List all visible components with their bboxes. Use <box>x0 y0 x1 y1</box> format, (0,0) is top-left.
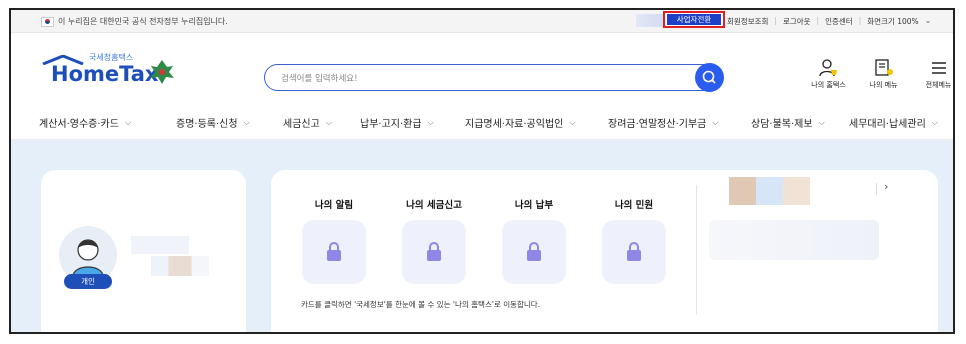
business-switch-button[interactable]: 사업자전환 <box>663 11 725 28</box>
nav-item-tax-agent[interactable]: 세무대리·납세관리 ⌵ <box>849 115 938 131</box>
all-menu-button[interactable]: 전체메뉴 <box>916 58 953 90</box>
hamburger-icon <box>931 62 946 74</box>
chevron-down-icon: ⌵ <box>427 117 434 127</box>
my-tiles: 나의 알림 나의 세금신고 나의 납부 나의 민원 <box>301 197 667 284</box>
search-icon <box>702 70 716 84</box>
top-utility-bar: 이 누리집은 대한민국 공식 전자정부 누리집입니다. 사업자전환 회원정보조회… <box>11 10 953 33</box>
blurred-user-info <box>131 236 189 254</box>
search-bar <box>264 63 724 92</box>
card-divider <box>696 185 697 315</box>
user-type-badge: 개인 <box>64 274 112 289</box>
korea-flag-icon <box>41 16 54 27</box>
chevron-down-icon: ⌄ <box>924 16 932 25</box>
blurred-banner-content <box>709 220 879 260</box>
hometax-logo[interactable]: 국세청홈택스 HomeTax <box>41 52 177 88</box>
main-nav: 계산서·영수증·카드 ⌵ 증명·등록·신청 ⌵ 세금신고 ⌵ 납부·고지·환급 ⌵ 지급… <box>39 115 938 131</box>
chevron-down-icon: ⌵ <box>325 117 332 127</box>
blurred-banner <box>729 177 810 205</box>
top-links: 회원정보조회 | 로그아웃 | 인증센터 | 화면크기 100% ⌄ <box>727 16 932 27</box>
my-menu-button[interactable]: 나의 메뉴 <box>861 58 906 90</box>
divider <box>876 183 877 195</box>
chevron-down-icon: ⌵ <box>569 117 576 127</box>
holly-decoration-icon <box>150 60 174 84</box>
gov-notice: 이 누리집은 대한민국 공식 전자정부 누리집입니다. <box>41 16 228 27</box>
nav-item-tax-filing[interactable]: 세금신고 ⌵ <box>283 115 360 131</box>
chevron-down-icon: ⌵ <box>243 117 250 127</box>
my-hometax-button[interactable]: 나의 홈택스 <box>806 58 851 90</box>
chevron-down-icon: ⌵ <box>931 117 938 127</box>
nav-item-incentives[interactable]: 장려금·연말정산·기부금 ⌵ <box>608 115 751 131</box>
logout-link[interactable]: 로그아웃 <box>783 16 811 27</box>
chevron-down-icon: ⌵ <box>818 117 825 127</box>
card-help-text: 카드를 클릭하면 '국세정보'를 한눈에 볼 수 있는 '나의 홈택스'로 이동… <box>301 300 541 309</box>
tile-my-payments[interactable]: 나의 납부 <box>501 197 567 284</box>
logo-title: HomeTax <box>51 62 159 86</box>
lock-icon <box>427 242 441 261</box>
nav-item-receipts[interactable]: 계산서·영수증·카드 ⌵ <box>39 115 176 131</box>
lock-icon <box>327 242 341 261</box>
lock-icon <box>627 242 641 261</box>
browser-frame: 이 누리집은 대한민국 공식 전자정부 누리집입니다. 사업자전환 회원정보조회… <box>9 8 955 334</box>
main-content: 개인 나의 알림 나의 세금신고 나의 납부 나의 민원 카드를 클릭하면 '국… <box>11 140 953 332</box>
cert-center-link[interactable]: 인증센터 <box>825 16 853 27</box>
next-arrow-icon[interactable]: › <box>884 180 888 193</box>
tile-my-petitions[interactable]: 나의 민원 <box>601 197 667 284</box>
nav-item-certificates[interactable]: 증명·등록·신청 ⌵ <box>176 115 283 131</box>
site-header: 국세청홈택스 HomeTax 검색어를 입력하세요! 나의 홈택스 나의 메뉴 … <box>11 33 953 140</box>
my-hometax-card: 나의 알림 나의 세금신고 나의 납부 나의 민원 카드를 클릭하면 '국세정보… <box>271 170 938 332</box>
person-bell-icon <box>818 59 837 77</box>
nav-item-consulting[interactable]: 상담·불복·제보 ⌵ <box>751 115 849 131</box>
gov-notice-text: 이 누리집은 대한민국 공식 전자정부 누리집입니다. <box>58 17 228 26</box>
tile-my-notifications[interactable]: 나의 알림 <box>301 197 367 284</box>
profile-card: 개인 <box>41 170 246 332</box>
nav-item-statements[interactable]: 지급명세·자료·공익법인 ⌵ <box>465 115 608 131</box>
header-shortcuts: 나의 홈택스 나의 메뉴 전체메뉴 <box>806 58 953 90</box>
menu-person-icon <box>874 59 893 76</box>
blurred-user-info <box>151 256 209 276</box>
lock-icon <box>527 242 541 261</box>
member-info-link[interactable]: 회원정보조회 <box>727 16 768 27</box>
search-input[interactable] <box>279 69 663 89</box>
chevron-down-icon: ⌵ <box>712 117 719 127</box>
screen-size-select[interactable]: 화면크기 100% <box>867 16 918 27</box>
nav-item-payment[interactable]: 납부·고지·환급 ⌵ <box>360 115 465 131</box>
search-button[interactable] <box>695 63 724 92</box>
tile-my-tax-filing[interactable]: 나의 세금신고 <box>401 197 467 284</box>
chevron-down-icon: ⌵ <box>124 117 132 127</box>
